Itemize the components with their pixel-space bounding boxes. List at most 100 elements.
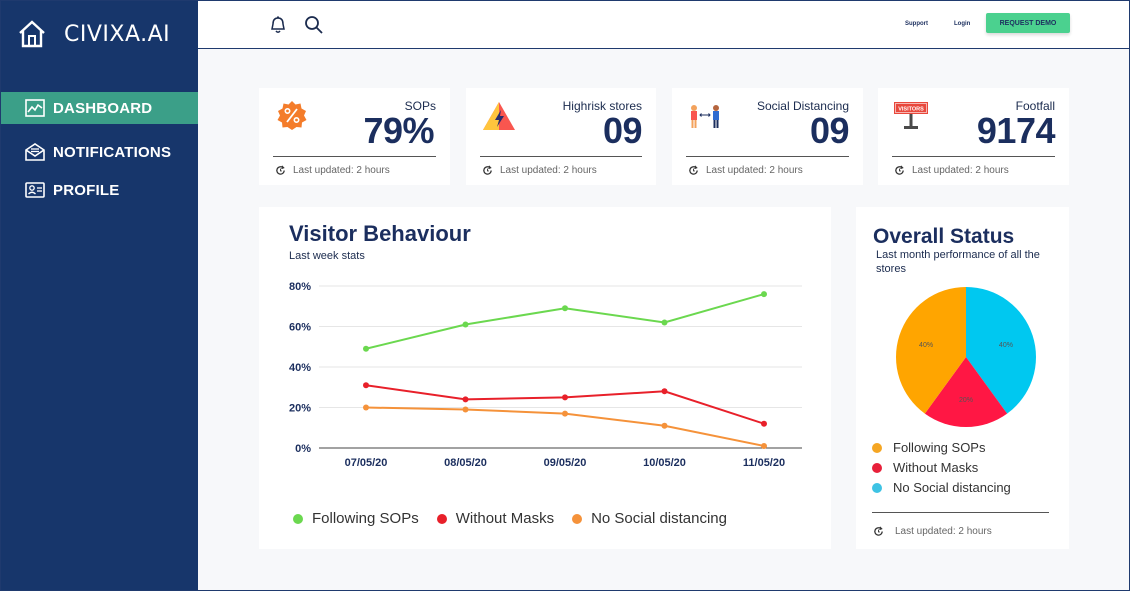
stat-value: 9174 xyxy=(976,110,1056,151)
x-tick-label: 07/05/20 xyxy=(345,457,388,469)
legend-item[interactable]: Following SOPs xyxy=(293,510,419,527)
data-point xyxy=(462,406,469,413)
legend-dot xyxy=(572,513,583,524)
legend-item[interactable]: Without Masks xyxy=(436,510,555,527)
last-updated: Last updated: 2 hours xyxy=(894,165,1009,176)
visitors-sign-text: VISITORS xyxy=(898,107,924,113)
pie-slice-label: 40% xyxy=(919,342,933,349)
legend-label: Without Masks xyxy=(893,460,979,475)
legend-item[interactable]: No Social distancing xyxy=(572,510,727,527)
legend-dot xyxy=(872,442,882,453)
stat-card-social-distancing: Social Distancing 09 Last updated: 2 hou… xyxy=(672,88,863,185)
data-point xyxy=(363,345,369,352)
mail-icon xyxy=(25,143,45,161)
data-point xyxy=(363,404,369,411)
divider xyxy=(480,156,642,157)
pie-slice-label: 20% xyxy=(959,397,973,404)
legend-label: Following SOPs xyxy=(312,510,419,527)
bell-icon[interactable] xyxy=(268,15,288,35)
home-icon xyxy=(19,20,45,48)
brand[interactable]: CIVIXA.AI xyxy=(17,19,170,49)
data-point xyxy=(761,420,767,427)
pie-legend: Following SOPs Without Masks No Social dis… xyxy=(872,440,1029,500)
last-updated-text: Last updated: 2 hours xyxy=(293,165,390,176)
y-tick-label: 0% xyxy=(295,443,311,455)
stat-value: 79% xyxy=(363,110,434,151)
last-updated-text: Last updated: 2 hours xyxy=(912,165,1009,176)
x-tick-label: 09/05/20 xyxy=(544,457,587,469)
chart-title: Visitor Behaviour xyxy=(289,221,471,246)
divider xyxy=(686,156,849,157)
sidebar-item-label: DASHBOARD xyxy=(53,99,153,117)
last-updated-text: Last updated: 2 hours xyxy=(706,165,803,176)
stat-card-highrisk: Highrisk stores 09 Last updated: 2 hours xyxy=(466,88,656,185)
last-updated: Last updated: 2 hours xyxy=(873,526,992,537)
y-tick-label: 80% xyxy=(289,281,311,293)
legend-item[interactable]: Following SOPs xyxy=(872,440,1011,455)
data-point xyxy=(761,442,767,449)
percent-badge-icon xyxy=(277,101,307,130)
brand-name: CIVIXA.AI xyxy=(64,21,171,47)
visitors-sign-icon: VISITORS xyxy=(894,102,928,129)
last-updated-text: Last updated: 2 hours xyxy=(895,526,992,537)
stat-value: 09 xyxy=(602,110,643,151)
last-updated: Last updated: 2 hours xyxy=(482,165,597,176)
search-icon[interactable] xyxy=(304,15,324,35)
sidebar: CIVIXA.AI DASHBOARD NOTIFICATIONS PROFIL… xyxy=(1,1,198,590)
data-point xyxy=(661,319,668,326)
data-point xyxy=(363,382,369,389)
chart-legend: Following SOPs Without Masks No Social dis… xyxy=(293,510,745,527)
data-point xyxy=(562,394,568,401)
legend-item[interactable]: Without Masks xyxy=(872,460,1011,475)
legend-item[interactable]: No Social distancing xyxy=(872,480,1011,495)
legend-dot xyxy=(872,482,882,493)
series-line xyxy=(365,384,765,425)
sidebar-item-label: PROFILE xyxy=(53,181,120,199)
legend-dot xyxy=(293,513,303,524)
x-tick-label: 08/05/20 xyxy=(444,457,487,469)
stat-value: 09 xyxy=(809,110,850,151)
last-updated: Last updated: 2 hours xyxy=(275,165,390,176)
legend-label: Without Masks xyxy=(455,510,555,527)
series-line xyxy=(365,293,765,350)
refresh-icon xyxy=(874,526,883,536)
refresh-icon xyxy=(483,165,492,175)
x-tick-label: 10/05/20 xyxy=(643,457,686,469)
people-distance-icon xyxy=(691,105,719,128)
y-tick-label: 40% xyxy=(289,362,311,374)
stat-card-footfall: VISITORS Footfall 9174 Last updated: 2 h… xyxy=(878,88,1069,185)
profile-icon xyxy=(25,182,45,198)
data-point xyxy=(761,291,767,298)
last-updated: Last updated: 2 hours xyxy=(688,165,803,176)
data-point xyxy=(462,396,469,403)
overall-status-card: Overall Status Last month performance of… xyxy=(856,207,1069,549)
legend-dot xyxy=(436,513,447,524)
request-demo-button[interactable]: REQUEST DEMO xyxy=(986,13,1070,33)
sidebar-item-dashboard[interactable]: DASHBOARD xyxy=(1,92,198,124)
last-updated-text: Last updated: 2 hours xyxy=(500,165,597,176)
divider xyxy=(273,156,436,157)
legend-label: Following SOPs xyxy=(893,440,986,455)
overall-status-title: Overall Status xyxy=(873,225,1015,248)
data-point xyxy=(562,305,568,312)
sidebar-item-profile[interactable]: PROFILE xyxy=(1,174,198,206)
y-tick-label: 60% xyxy=(289,322,311,334)
sidebar-item-notifications[interactable]: NOTIFICATIONS xyxy=(1,136,198,168)
top-bar: Support Login REQUEST DEMO xyxy=(198,1,1129,49)
y-tick-label: 20% xyxy=(289,403,311,415)
login-link[interactable]: Login xyxy=(954,21,970,27)
support-link[interactable]: Support xyxy=(905,21,928,27)
data-point xyxy=(661,388,668,395)
chart-subtitle: Last week stats xyxy=(289,250,365,262)
line-chart: 0% 20% 40% 60% 80% 07/05/20 08/05/20 09/05/20 10… xyxy=(289,281,802,469)
legend-label: No Social distancing xyxy=(591,510,727,527)
sidebar-item-label: NOTIFICATIONS xyxy=(53,143,172,161)
stat-card-sops: SOPs 79% Last updated: 2 hours xyxy=(259,88,450,185)
data-point xyxy=(661,422,668,429)
data-point xyxy=(462,321,469,328)
pie-chart: 40% 20% 40% xyxy=(896,287,1036,427)
divider xyxy=(872,512,1049,513)
refresh-icon xyxy=(689,165,698,175)
visitor-behaviour-card: Visitor Behaviour Last week stats 0% 20% 4… xyxy=(259,207,831,549)
overall-status-subtitle: Last month performance of all the stores xyxy=(876,249,1040,275)
